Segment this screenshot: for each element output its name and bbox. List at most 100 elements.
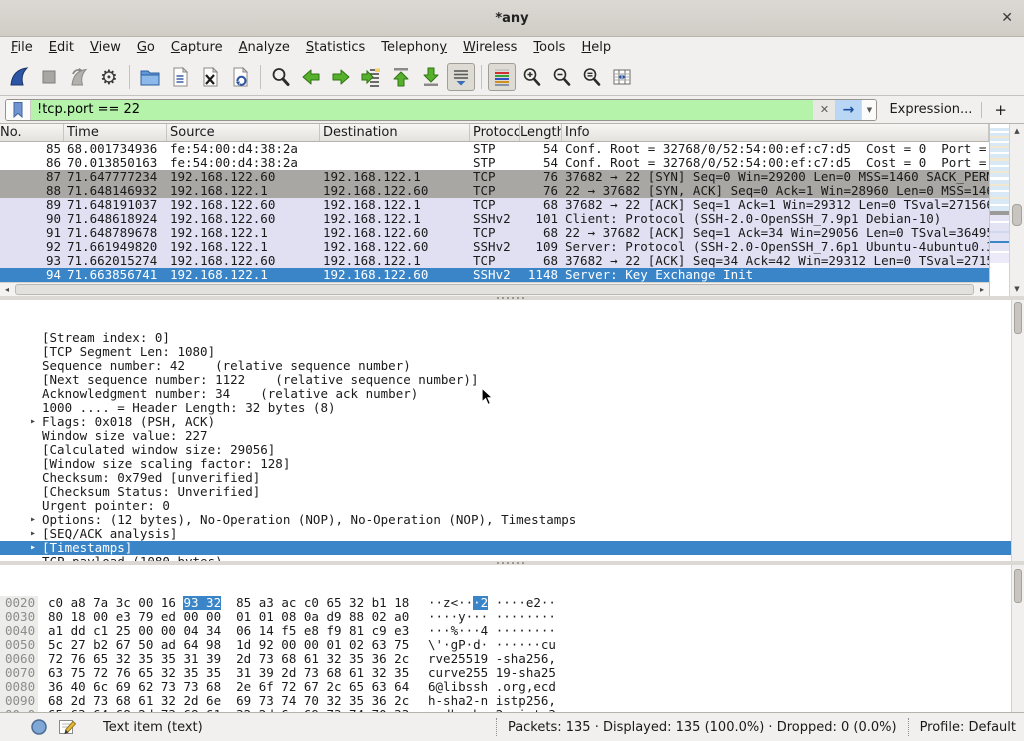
packet-list-vscrollbar[interactable]: ▲ ▼: [1009, 124, 1024, 296]
details-vscrollbar[interactable]: [1011, 300, 1024, 561]
scroll-left-icon[interactable]: ◂: [0, 285, 14, 294]
capture-options-gear-icon[interactable]: ⚙: [95, 63, 123, 91]
details-scroll-thumb[interactable]: [1014, 302, 1022, 334]
zoom-in-icon[interactable]: [518, 63, 546, 91]
detail-line[interactable]: [Checksum Status: Unverified]: [0, 485, 1024, 499]
column-header-no[interactable]: No.: [0, 124, 64, 141]
column-header-destination[interactable]: Destination: [320, 124, 470, 141]
add-filter-button[interactable]: +: [994, 101, 1007, 119]
packet-row-85[interactable]: 8568.001734936fe:54:00:d4:38:2aSTP54Conf…: [0, 142, 989, 156]
bytes-scroll-thumb[interactable]: [1014, 569, 1022, 603]
packet-row-90[interactable]: 9071.648618924192.168.122.60192.168.122.…: [0, 212, 989, 226]
hex-row-0030[interactable]: 003080 18 00 e3 79 ed 00 00 01 01 08 0a …: [0, 610, 1024, 624]
packet-row-89[interactable]: 8971.648191037192.168.122.60192.168.122.…: [0, 198, 989, 212]
menu-file[interactable]: File: [3, 40, 41, 55]
menu-help[interactable]: Help: [573, 40, 619, 55]
packet-row-93[interactable]: 9371.662015274192.168.122.60192.168.122.…: [0, 254, 989, 268]
menu-telephony[interactable]: Telephony: [373, 40, 455, 55]
scroll-down-icon[interactable]: ▼: [1010, 285, 1024, 293]
column-header-protocol[interactable]: Protocol: [470, 124, 520, 141]
hex-row-00a0[interactable]: 00a065 63 64 68 2d 73 68 61 32 2d 6e 69 …: [0, 708, 1024, 712]
stop-capture-icon[interactable]: [35, 63, 63, 91]
go-to-packet-icon[interactable]: [357, 63, 385, 91]
detail-line[interactable]: [Next sequence number: 1122 (relative se…: [0, 373, 1024, 387]
go-forward-icon[interactable]: [327, 63, 355, 91]
detail-line[interactable]: ▸Flags: 0x018 (PSH, ACK): [0, 415, 1024, 429]
save-file-icon[interactable]: [166, 63, 194, 91]
detail-line[interactable]: [Calculated window size: 29056]: [0, 443, 1024, 457]
intelligent-scrollbar-minimap[interactable]: [989, 124, 1009, 296]
detail-line[interactable]: [Window size scaling factor: 128]: [0, 457, 1024, 471]
detail-line[interactable]: ▸Options: (12 bytes), No-Operation (NOP)…: [0, 513, 1024, 527]
packet-row-92[interactable]: 9271.661949820192.168.122.1192.168.122.6…: [0, 240, 989, 254]
detail-line[interactable]: [TCP Segment Len: 1080]: [0, 345, 1024, 359]
open-file-icon[interactable]: [136, 63, 164, 91]
menu-go[interactable]: Go: [129, 40, 163, 55]
detail-line[interactable]: 1000 .... = Header Length: 32 bytes (8): [0, 401, 1024, 415]
column-header-source[interactable]: Source: [167, 124, 320, 141]
hex-row-0070[interactable]: 007063 75 72 76 65 32 35 35 31 39 2d 73 …: [0, 666, 1024, 680]
colorize-icon[interactable]: [488, 63, 516, 91]
hex-row-0080[interactable]: 008036 40 6c 69 62 73 73 68 2e 6f 72 67 …: [0, 680, 1024, 694]
hex-row-0020[interactable]: 0020c0 a8 7a 3c 00 16 93 32 85 a3 ac c0 …: [0, 596, 1024, 610]
packet-row-88[interactable]: 8871.648146932192.168.122.1192.168.122.6…: [0, 184, 989, 198]
profile-button[interactable]: Profile: Default: [920, 720, 1016, 735]
close-file-icon[interactable]: [196, 63, 224, 91]
resize-columns-icon[interactable]: [608, 63, 636, 91]
detail-line[interactable]: Window size value: 227: [0, 429, 1024, 443]
hex-row-0060[interactable]: 006072 76 65 32 35 35 31 39 2d 73 68 61 …: [0, 652, 1024, 666]
zoom-out-icon[interactable]: [548, 63, 576, 91]
detail-line[interactable]: Checksum: 0x79ed [unverified]: [0, 471, 1024, 485]
packet-row-86[interactable]: 8670.013850163fe:54:00:d4:38:2aSTP54Conf…: [0, 156, 989, 170]
hex-row-0040[interactable]: 0040a1 dd c1 25 00 00 04 34 06 14 f5 e8 …: [0, 624, 1024, 638]
packet-row-91[interactable]: 9171.648789678192.168.122.1192.168.122.6…: [0, 226, 989, 240]
filter-apply-icon[interactable]: →: [835, 100, 861, 120]
detail-line[interactable]: ▸[SEQ/ACK analysis]: [0, 527, 1024, 541]
capture-comment-icon[interactable]: [58, 718, 77, 736]
expert-info-icon[interactable]: [30, 718, 48, 736]
go-back-icon[interactable]: [297, 63, 325, 91]
detail-line[interactable]: ▸[Timestamps]: [0, 541, 1024, 555]
menu-tools[interactable]: Tools: [525, 40, 573, 55]
detail-line[interactable]: Acknowledgment number: 34 (relative ack …: [0, 387, 1024, 401]
menu-statistics[interactable]: Statistics: [298, 40, 373, 55]
packet-list-hscrollbar[interactable]: ◂ ▸: [0, 282, 989, 296]
zoom-original-icon[interactable]: [578, 63, 606, 91]
hex-row-0090[interactable]: 009068 2d 73 68 61 32 2d 6e 69 73 74 70 …: [0, 694, 1024, 708]
detail-line[interactable]: Urgent pointer: 0: [0, 499, 1024, 513]
close-window-icon[interactable]: ✕: [1001, 10, 1013, 26]
go-to-top-icon[interactable]: [387, 63, 415, 91]
auto-scroll-icon[interactable]: [447, 63, 475, 91]
display-filter-input[interactable]: !tcp.port == 22: [31, 100, 813, 120]
packet-row-94[interactable]: 9471.663856741192.168.122.1192.168.122.6…: [0, 268, 989, 282]
menu-view[interactable]: View: [82, 40, 129, 55]
restart-capture-icon[interactable]: [65, 63, 93, 91]
hscroll-groove[interactable]: [14, 283, 975, 296]
hscroll-thumb[interactable]: [15, 284, 974, 295]
detail-line[interactable]: [Stream index: 0]: [0, 331, 1024, 345]
bytes-vscrollbar[interactable]: [1011, 565, 1024, 712]
reload-file-icon[interactable]: [226, 63, 254, 91]
find-packet-icon[interactable]: [267, 63, 295, 91]
filter-bookmark-icon[interactable]: [6, 100, 31, 120]
filter-clear-icon[interactable]: ✕: [813, 100, 835, 120]
expander-closed-icon[interactable]: ▸: [24, 541, 42, 555]
menu-analyze[interactable]: Analyze: [231, 40, 298, 55]
expander-closed-icon[interactable]: ▸: [24, 415, 42, 429]
expression-button[interactable]: Expression...: [889, 102, 972, 117]
detail-line[interactable]: Sequence number: 42 (relative sequence n…: [0, 359, 1024, 373]
column-header-time[interactable]: Time: [64, 124, 167, 141]
column-header-length[interactable]: Length: [520, 124, 562, 141]
menu-edit[interactable]: Edit: [41, 40, 82, 55]
scroll-up-icon[interactable]: ▲: [1010, 127, 1024, 135]
menu-wireless[interactable]: Wireless: [455, 40, 525, 55]
start-capture-icon[interactable]: [5, 63, 33, 91]
packet-row-87[interactable]: 8771.647777234192.168.122.60192.168.122.…: [0, 170, 989, 184]
column-header-info[interactable]: Info: [562, 124, 989, 141]
hex-row-0050[interactable]: 00505c 27 b2 67 50 ad 64 98 1d 92 00 00 …: [0, 638, 1024, 652]
filter-dropdown-icon[interactable]: ▼: [861, 100, 876, 120]
expander-closed-icon[interactable]: ▸: [24, 527, 42, 541]
scroll-right-icon[interactable]: ▸: [975, 285, 989, 294]
go-to-bottom-icon[interactable]: [417, 63, 445, 91]
vscroll-thumb[interactable]: [1012, 204, 1022, 226]
